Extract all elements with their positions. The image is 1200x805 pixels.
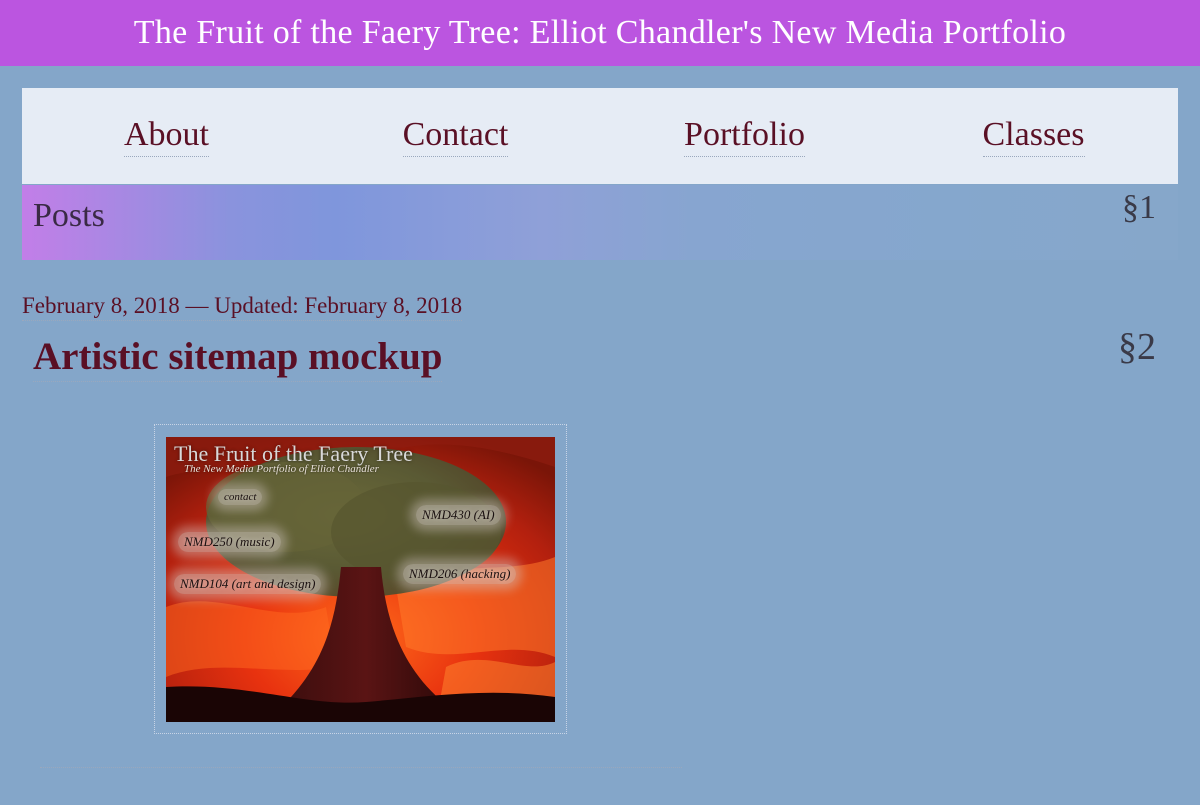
nav-item-about[interactable]: About (22, 88, 311, 184)
post-divider (40, 767, 682, 768)
nav-item-classes[interactable]: Classes (889, 88, 1178, 184)
nav-link-portfolio[interactable]: Portfolio (684, 116, 805, 157)
site-header: The Fruit of the Faery Tree: Elliot Chan… (0, 0, 1200, 66)
mockup-label-nmd250: NMD250 (music) (178, 532, 281, 552)
mockup-subtitle: The New Media Portfolio of Elliot Chandl… (184, 463, 379, 475)
mockup-label-contact: contact (218, 489, 263, 505)
mockup-label-nmd430: NMD430 (AI) (416, 505, 501, 525)
mockup-label-nmd206: NMD206 (hacking) (403, 564, 517, 584)
post-date: February 8, 2018 — Updated: February 8, … (22, 293, 463, 321)
nav-item-portfolio[interactable]: Portfolio (600, 88, 889, 184)
section-anchor-2[interactable]: §2 (1118, 325, 1156, 369)
nav-item-contact[interactable]: Contact (311, 88, 600, 184)
site-title: The Fruit of the Faery Tree: Elliot Chan… (133, 14, 1067, 51)
post-figure: The Fruit of the Faery Tree The New Medi… (154, 424, 567, 734)
nav-link-about[interactable]: About (124, 116, 209, 157)
posts-section-header: Posts §1 (22, 185, 1178, 260)
mockup-label-nmd104: NMD104 (art and design) (174, 574, 322, 594)
nav-link-contact[interactable]: Contact (402, 116, 509, 157)
sitemap-mockup-image[interactable]: The Fruit of the Faery Tree The New Medi… (166, 437, 555, 722)
main-nav: About Contact Portfolio Classes (22, 88, 1178, 184)
posts-title: Posts (33, 197, 105, 234)
nav-link-classes[interactable]: Classes (982, 116, 1085, 157)
post-title[interactable]: Artistic sitemap mockup (33, 334, 443, 382)
section-anchor-1[interactable]: §1 (1122, 189, 1156, 227)
